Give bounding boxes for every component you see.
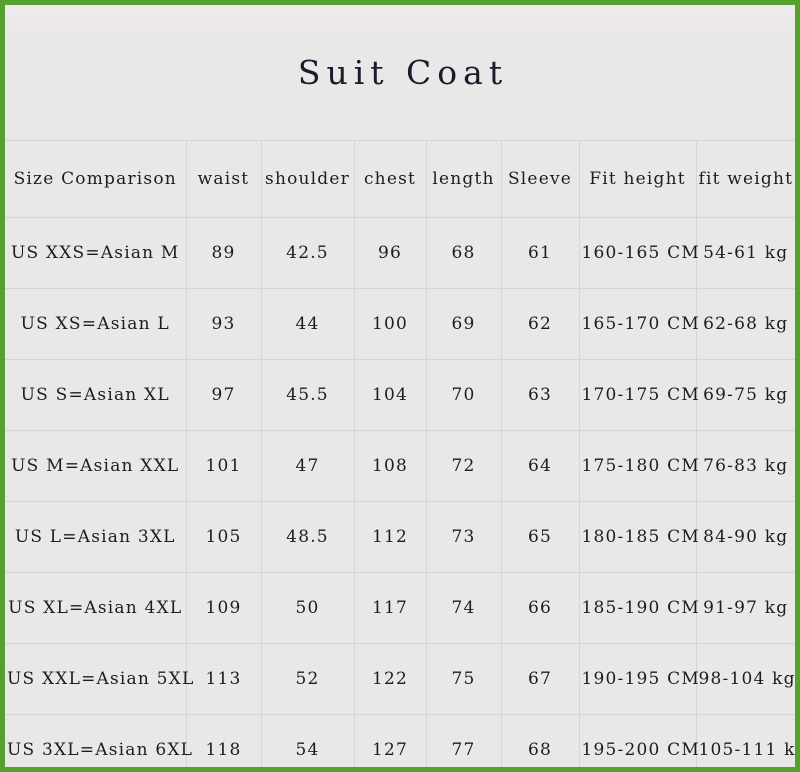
cell-fit-weight: 54-61 kg	[696, 218, 795, 289]
cell-length: 75	[426, 644, 501, 715]
table-row: US XL=Asian 4XL 109 50 117 74 66 185-190…	[5, 573, 795, 644]
cell-shoulder: 48.5	[261, 502, 354, 573]
cell-fit-height: 170-175 CM	[579, 360, 696, 431]
cell-fit-height: 185-190 CM	[579, 573, 696, 644]
cell-sleeve: 67	[501, 644, 579, 715]
cell-fit-height: 160-165 CM	[579, 218, 696, 289]
cell-length: 70	[426, 360, 501, 431]
cell-fit-height: 190-195 CM	[579, 644, 696, 715]
cell-fit-weight: 84-90 kg	[696, 502, 795, 573]
cell-sleeve: 64	[501, 431, 579, 502]
column-header-waist: waist	[186, 141, 261, 218]
cell-size: US XS=Asian L	[5, 289, 186, 360]
cell-length: 73	[426, 502, 501, 573]
cell-waist: 109	[186, 573, 261, 644]
cell-waist: 89	[186, 218, 261, 289]
cell-chest: 100	[354, 289, 426, 360]
cell-chest: 127	[354, 715, 426, 772]
cell-length: 74	[426, 573, 501, 644]
cell-size: US 3XL=Asian 6XL	[5, 715, 186, 772]
cell-chest: 96	[354, 218, 426, 289]
table-header-row: Size Comparison waist shoulder chest len…	[5, 141, 795, 218]
cell-chest: 104	[354, 360, 426, 431]
table-row: US XS=Asian L 93 44 100 69 62 165-170 CM…	[5, 289, 795, 360]
cell-length: 77	[426, 715, 501, 772]
column-header-length: length	[426, 141, 501, 218]
cell-size: US XXL=Asian 5XL	[5, 644, 186, 715]
cell-sleeve: 62	[501, 289, 579, 360]
cell-sleeve: 61	[501, 218, 579, 289]
cell-shoulder: 52	[261, 644, 354, 715]
size-comparison-table: Size Comparison waist shoulder chest len…	[5, 140, 795, 772]
cell-fit-height: 180-185 CM	[579, 502, 696, 573]
cell-fit-weight: 76-83 kg	[696, 431, 795, 502]
cell-fit-weight: 91-97 kg	[696, 573, 795, 644]
cell-fit-height: 195-200 CM	[579, 715, 696, 772]
title-area: Suit Coat	[5, 5, 795, 140]
cell-size: US M=Asian XXL	[5, 431, 186, 502]
table-header: Size Comparison waist shoulder chest len…	[5, 141, 795, 218]
table-row: US S=Asian XL 97 45.5 104 70 63 170-175 …	[5, 360, 795, 431]
cell-sleeve: 65	[501, 502, 579, 573]
cell-length: 68	[426, 218, 501, 289]
column-header-fit-weight: fit weight	[696, 141, 795, 218]
cell-shoulder: 44	[261, 289, 354, 360]
cell-fit-height: 165-170 CM	[579, 289, 696, 360]
table-row: US L=Asian 3XL 105 48.5 112 73 65 180-18…	[5, 502, 795, 573]
page-title: Suit Coat	[292, 56, 508, 89]
table-row: US 3XL=Asian 6XL 118 54 127 77 68 195-20…	[5, 715, 795, 772]
table-body: US XXS=Asian M 89 42.5 96 68 61 160-165 …	[5, 218, 795, 772]
table-row: US M=Asian XXL 101 47 108 72 64 175-180 …	[5, 431, 795, 502]
column-header-chest: chest	[354, 141, 426, 218]
cell-waist: 93	[186, 289, 261, 360]
cell-length: 69	[426, 289, 501, 360]
cell-size: US S=Asian XL	[5, 360, 186, 431]
cell-waist: 113	[186, 644, 261, 715]
cell-chest: 117	[354, 573, 426, 644]
table-row: US XXS=Asian M 89 42.5 96 68 61 160-165 …	[5, 218, 795, 289]
column-header-sleeve: Sleeve	[501, 141, 579, 218]
column-header-shoulder: shoulder	[261, 141, 354, 218]
table-row: US XXL=Asian 5XL 113 52 122 75 67 190-19…	[5, 644, 795, 715]
cell-fit-weight-highlighted: 105-111 kg	[696, 715, 795, 772]
cell-sleeve: 66	[501, 573, 579, 644]
cell-length: 72	[426, 431, 501, 502]
cell-shoulder: 54	[261, 715, 354, 772]
cell-fit-weight: 98-104 kg	[696, 644, 795, 715]
cell-sleeve: 63	[501, 360, 579, 431]
cell-chest: 122	[354, 644, 426, 715]
cell-shoulder: 45.5	[261, 360, 354, 431]
cell-waist: 97	[186, 360, 261, 431]
cell-fit-weight: 62-68 kg	[696, 289, 795, 360]
cell-size: US XL=Asian 4XL	[5, 573, 186, 644]
size-chart-card: Suit Coat Size Comparison waist shoulder…	[0, 0, 800, 772]
cell-waist: 118	[186, 715, 261, 772]
cell-chest: 108	[354, 431, 426, 502]
cell-shoulder: 50	[261, 573, 354, 644]
cell-shoulder: 47	[261, 431, 354, 502]
column-header-size-comparison: Size Comparison	[5, 141, 186, 218]
cell-waist: 105	[186, 502, 261, 573]
cell-fit-weight: 69-75 kg	[696, 360, 795, 431]
cell-fit-height: 175-180 CM	[579, 431, 696, 502]
cell-size: US XXS=Asian M	[5, 218, 186, 289]
column-header-fit-height: Fit height	[579, 141, 696, 218]
cell-chest: 112	[354, 502, 426, 573]
cell-sleeve: 68	[501, 715, 579, 772]
cell-size: US L=Asian 3XL	[5, 502, 186, 573]
cell-shoulder: 42.5	[261, 218, 354, 289]
cell-waist: 101	[186, 431, 261, 502]
